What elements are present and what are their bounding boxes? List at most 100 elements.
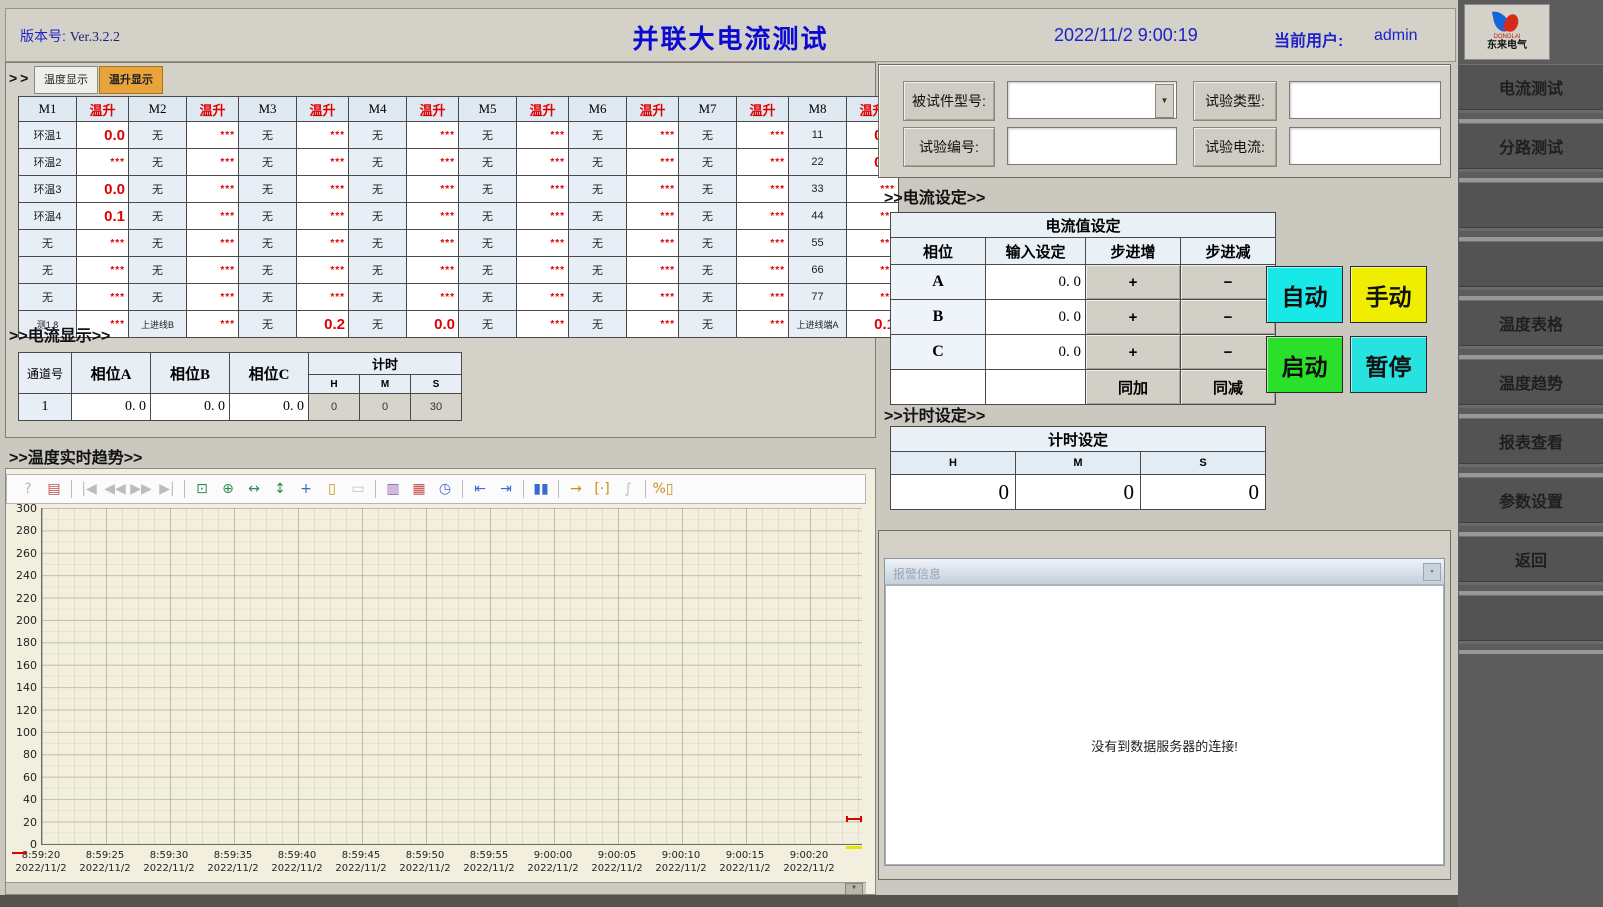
current-input-field[interactable]: 0. 0 bbox=[986, 265, 1086, 300]
auto-button[interactable]: 自动 bbox=[1266, 266, 1343, 323]
timer-value-field[interactable]: 0 bbox=[1016, 475, 1141, 510]
current-input-field[interactable]: 0. 0 bbox=[986, 300, 1086, 335]
scroll-chart-right-icon[interactable]: ⇥ bbox=[495, 479, 517, 499]
x-tick-label: 9:00:052022/11/2 bbox=[585, 850, 649, 874]
history-clock-icon[interactable]: ◷ bbox=[434, 479, 456, 499]
measure-point-label: 无 bbox=[679, 311, 737, 338]
sidebar-item-1[interactable]: 分路测试 bbox=[1459, 123, 1603, 169]
go-first-icon[interactable]: |◀ bbox=[78, 479, 100, 499]
test-type-input[interactable] bbox=[1289, 81, 1441, 119]
sidebar-item-7[interactable]: 参数设置 bbox=[1459, 477, 1603, 523]
go-last-icon[interactable]: ▶| bbox=[156, 479, 178, 499]
sidebar-separator bbox=[1459, 169, 1603, 182]
integral-icon[interactable]: ∫ bbox=[617, 479, 639, 499]
alarm-close-button[interactable]: ▪ bbox=[1423, 563, 1441, 581]
zoom-horizontal-icon[interactable]: ↔ bbox=[243, 479, 265, 499]
phase-c-header: 相位C bbox=[230, 353, 309, 394]
tab-temperature-rise-display[interactable]: 温升显示 bbox=[99, 66, 163, 94]
help-icon[interactable]: ? bbox=[17, 479, 39, 499]
percent-scale-icon[interactable]: %▯ bbox=[652, 479, 674, 499]
temperature-rise-value: *** bbox=[187, 230, 239, 257]
phase-a-header: 相位A bbox=[72, 353, 151, 394]
sidebar-item-blank-3[interactable] bbox=[1459, 241, 1603, 287]
sidebar-item-blank-2[interactable] bbox=[1459, 182, 1603, 228]
split-panes-icon[interactable]: ▥ bbox=[382, 479, 404, 499]
bulk-increase-button[interactable]: 同加 bbox=[1086, 370, 1181, 405]
test-number-input[interactable] bbox=[1007, 127, 1177, 165]
rise-col-header: 温升 bbox=[77, 97, 129, 122]
measure-point-label: 无 bbox=[459, 122, 517, 149]
rewind-icon[interactable]: ◀◀ bbox=[104, 479, 126, 499]
temperature-rise-value: *** bbox=[187, 176, 239, 203]
measure-point-label: 44 bbox=[789, 203, 847, 230]
chevron-down-icon[interactable]: ▼ bbox=[1155, 84, 1174, 118]
y-tick-label: 180 bbox=[7, 636, 37, 649]
measure-point-label: 无 bbox=[459, 230, 517, 257]
tab-temperature-display[interactable]: 温度显示 bbox=[34, 66, 98, 94]
measure-point-label: 无 bbox=[349, 230, 407, 257]
sidebar-item-blank-9[interactable] bbox=[1459, 595, 1603, 641]
start-button[interactable]: 启动 bbox=[1266, 336, 1343, 393]
timer-value-field[interactable]: 0 bbox=[891, 475, 1016, 510]
temperature-rise-value: *** bbox=[297, 149, 349, 176]
zoom-box-icon[interactable]: ⊡ bbox=[191, 479, 213, 499]
scroll-chart-left-icon[interactable]: ⇤ bbox=[469, 479, 491, 499]
device-model-label: 被试件型号: bbox=[903, 81, 995, 121]
step-increase-button[interactable]: + bbox=[1086, 300, 1181, 335]
m-col-header: M6 bbox=[569, 97, 627, 122]
chart-plot-area[interactable] bbox=[41, 508, 862, 845]
x-tick-label: 8:59:252022/11/2 bbox=[73, 850, 137, 874]
pause-trend-icon[interactable]: ▮▮ bbox=[530, 479, 552, 499]
phase-c-value: 0. 0 bbox=[230, 394, 309, 421]
measure-point-label: 无 bbox=[459, 311, 517, 338]
grid-chart-icon[interactable]: ▦ bbox=[408, 479, 430, 499]
timer-value-field[interactable]: 0 bbox=[1141, 475, 1266, 510]
zoom-vertical-icon[interactable]: ↕ bbox=[269, 479, 291, 499]
current-setting-body: A0. 0+−B0. 0+−C0. 0+−同加同减 bbox=[891, 265, 1276, 405]
chart-scrollbar[interactable] bbox=[6, 882, 866, 894]
test-number-label: 试验编号: bbox=[903, 127, 995, 167]
measure-point-label: 无 bbox=[459, 257, 517, 284]
cursor-bracket-icon[interactable]: [·] bbox=[591, 479, 613, 499]
bulk-decrease-button[interactable]: 同减 bbox=[1181, 370, 1276, 405]
datetime: 2022/11/2 9:00:19 bbox=[1054, 25, 1198, 46]
current-input-field[interactable]: 0. 0 bbox=[986, 335, 1086, 370]
bulk-input-field[interactable] bbox=[986, 370, 1086, 405]
step-increase-button[interactable]: + bbox=[1086, 265, 1181, 300]
fast-forward-icon[interactable]: ▶▶ bbox=[130, 479, 152, 499]
chart-scrollbar-button[interactable]: ▼ bbox=[845, 883, 863, 895]
sidebar-item-label: 参数设置 bbox=[1499, 488, 1563, 512]
measure-point-label: 上进线B bbox=[129, 311, 187, 338]
sidebar-item-5[interactable]: 温度趋势 bbox=[1459, 359, 1603, 405]
sidebar-separator bbox=[1459, 641, 1603, 654]
sidebar-item-label: 电流测试 bbox=[1499, 75, 1563, 99]
sidebar-item-6[interactable]: 报表查看 bbox=[1459, 418, 1603, 464]
temperature-rise-value: *** bbox=[517, 203, 569, 230]
zoom-in-icon[interactable]: ⊕ bbox=[217, 479, 239, 499]
cursor-trace-icon[interactable]: → bbox=[565, 479, 587, 499]
sidebar-item-4[interactable]: 温度表格 bbox=[1459, 300, 1603, 346]
x-tick-time: 8:59:25 bbox=[73, 850, 137, 861]
temperature-rise-value: *** bbox=[737, 203, 789, 230]
measure-point-label: 无 bbox=[239, 176, 297, 203]
temperature-rise-value: *** bbox=[77, 257, 129, 284]
step-decrease-button[interactable]: − bbox=[1181, 335, 1276, 370]
manual-button[interactable]: 手动 bbox=[1350, 266, 1427, 323]
temperature-rise-value: *** bbox=[627, 311, 679, 338]
pan-icon[interactable]: + bbox=[295, 479, 317, 499]
device-model-combo[interactable]: ▼ bbox=[1007, 81, 1177, 119]
sidebar-item-8[interactable]: 返回 bbox=[1459, 536, 1603, 582]
step-decrease-button[interactable]: − bbox=[1181, 265, 1276, 300]
y-tick-label: 280 bbox=[7, 524, 37, 537]
x-tick-time: 8:59:40 bbox=[265, 850, 329, 861]
pause-button[interactable]: 暂停 bbox=[1350, 336, 1427, 393]
step-decrease-button[interactable]: − bbox=[1181, 300, 1276, 335]
trend-settings-icon[interactable]: ▤ bbox=[43, 479, 65, 499]
test-current-input[interactable] bbox=[1289, 127, 1441, 165]
sidebar-item-0[interactable]: 电流测试 bbox=[1459, 64, 1603, 110]
scale-ruler-icon[interactable]: ▯ bbox=[321, 479, 343, 499]
legend-icon[interactable]: ▭ bbox=[347, 479, 369, 499]
tabs-prefix: >> bbox=[9, 70, 31, 86]
sidebar-separator bbox=[1459, 346, 1603, 359]
step-increase-button[interactable]: + bbox=[1086, 335, 1181, 370]
